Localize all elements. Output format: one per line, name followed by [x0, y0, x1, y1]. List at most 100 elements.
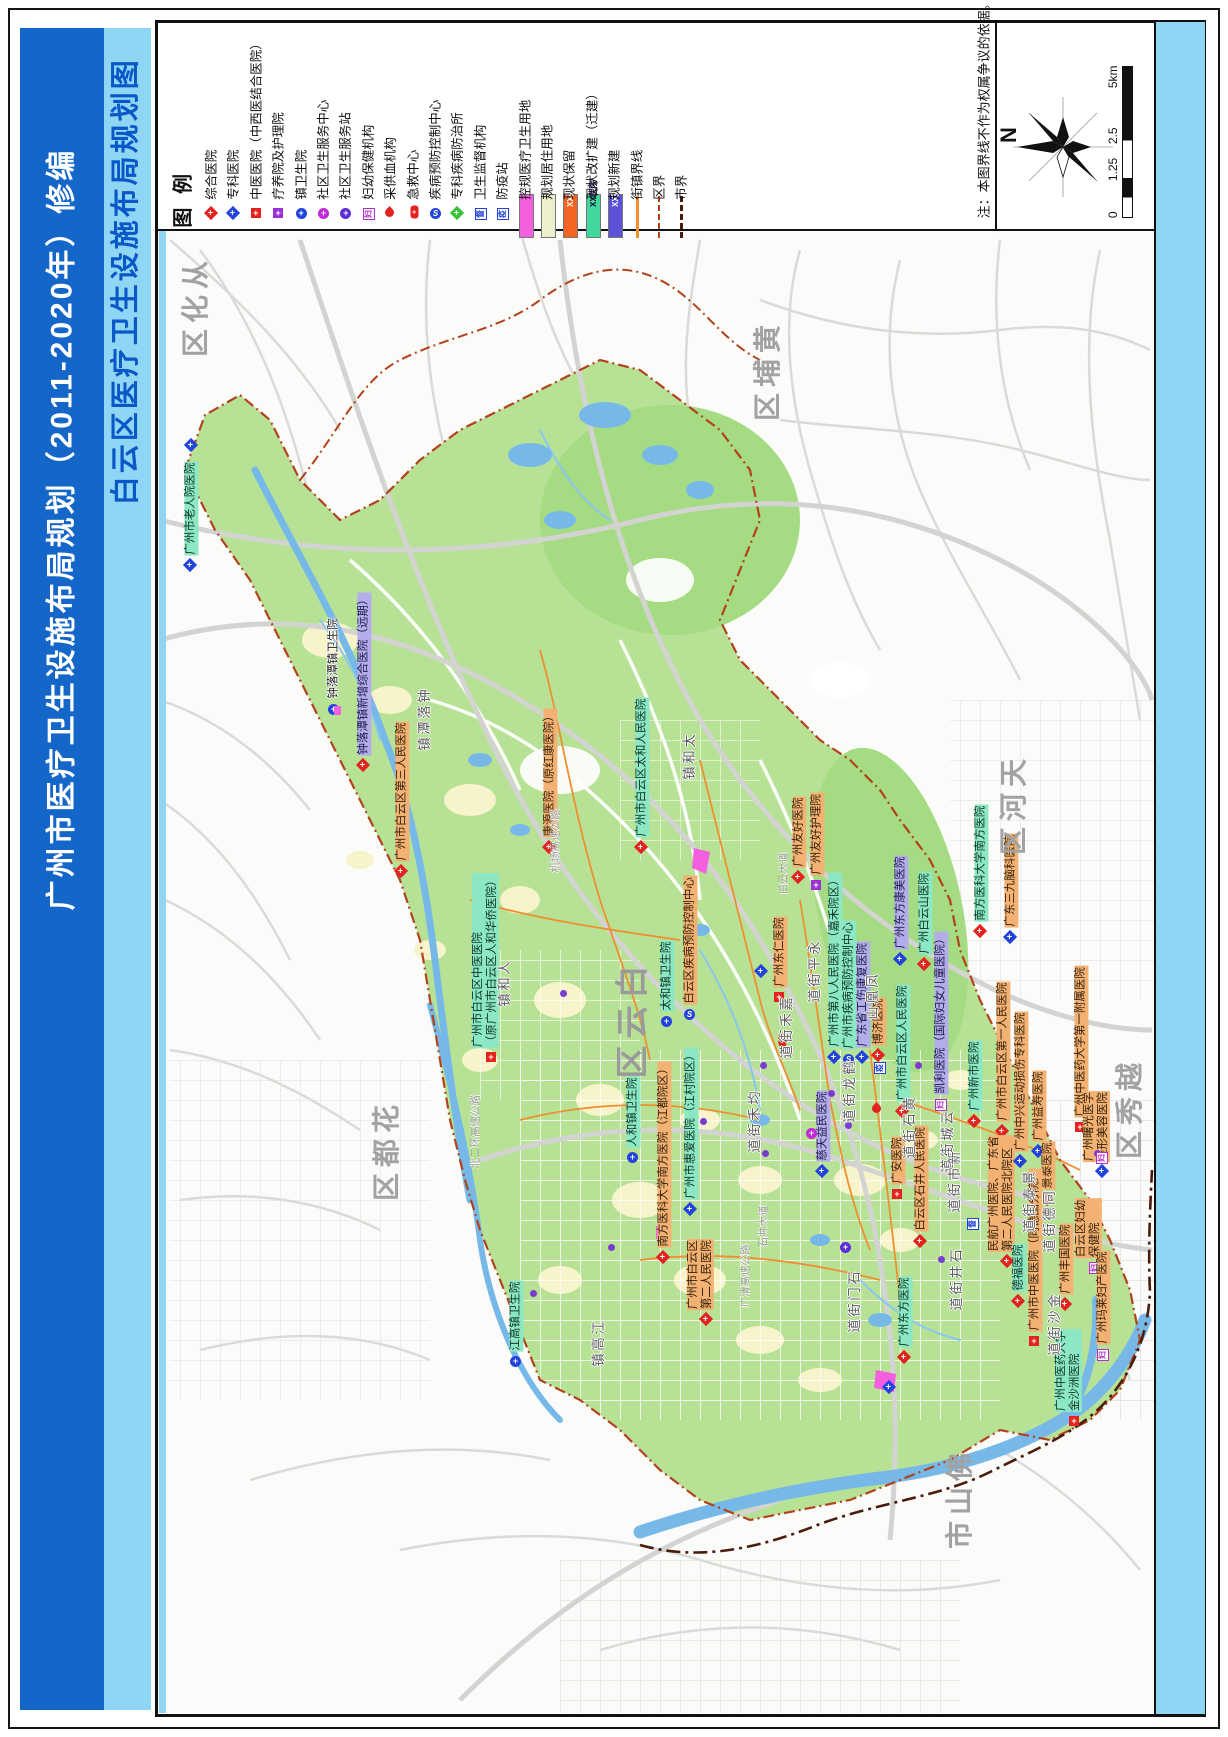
plus-glyph: + — [687, 1204, 692, 1213]
plus-glyph: + — [875, 1050, 880, 1059]
icon-zy: + — [892, 1189, 902, 1199]
label-char: 镇 — [682, 766, 698, 780]
town-label: 嘉禾街道 — [780, 996, 794, 1060]
label-char: 嘉 — [779, 997, 795, 1011]
plus-glyph: + — [886, 1382, 891, 1391]
plus-glyph: + — [1071, 1417, 1076, 1426]
facility-label: 广州市白云区太和人民医院 — [635, 698, 649, 838]
plus-glyph: + — [298, 209, 303, 218]
label-char: 镇 — [417, 737, 433, 751]
icon-zwsy: + — [510, 1356, 521, 1367]
label-char: 埔 — [751, 359, 785, 387]
plus-glyph: + — [321, 209, 326, 218]
page: 广州市医疗卫生设施布局规划（2011-2020年）修编 白云区医疗卫生设施布局规… — [0, 0, 1228, 1737]
page-subtitle: 白云区医疗卫生设施布局规划图 — [109, 57, 143, 505]
map-note: 注：本图界线不作为权属争议的依据。 — [977, 0, 992, 218]
char-glyph: 督 — [969, 1220, 977, 1228]
icon-fy: 妇 — [1096, 1152, 1108, 1164]
legend-label: 控规医疗卫生用地 — [518, 100, 533, 200]
legend-swatch-sw-new: XX医院 — [608, 194, 623, 238]
label-char: 石 — [949, 1249, 965, 1263]
icon-ly: + — [273, 208, 283, 218]
plus-glyph: + — [795, 872, 800, 881]
district-label: 花都区 — [373, 1102, 401, 1204]
icon-sqzx: + — [806, 1128, 817, 1139]
facility-label: 广州市白云区人民医院 — [896, 985, 910, 1102]
label-char: 人 — [497, 961, 513, 975]
plus-glyph: + — [819, 1166, 824, 1175]
town-label: 凤凰山 — [866, 973, 880, 1021]
label-char: 道 — [1042, 1239, 1058, 1253]
page-title: 广州市医疗卫生设施布局规划（2011-2020年）修编 — [45, 147, 80, 910]
legend-label: 卫生监督机构 — [473, 125, 488, 200]
plus-glyph: + — [977, 926, 982, 935]
icon-pink — [334, 706, 341, 715]
legend-label: 现状保留 — [563, 150, 578, 200]
icon-ds: 督 — [967, 1218, 979, 1230]
legend-label: 疾病预防控制中心 — [428, 100, 443, 200]
scale-tick-label: 5km — [1106, 65, 1120, 88]
facility-label: 南方医科大学南方医院（江都院区） — [657, 1062, 671, 1248]
district-label: 佛山市 — [946, 1450, 974, 1552]
label-char: 市 — [947, 1167, 963, 1181]
label-char: 天 — [997, 759, 1031, 787]
town-label: 均禾街道 — [748, 1090, 762, 1154]
label-char: 街 — [842, 1093, 858, 1107]
plus-glyph: + — [188, 440, 193, 449]
town-label: 新市街道 — [948, 1150, 962, 1214]
icon-jj: + — [410, 206, 418, 219]
icon-dot — [828, 1090, 835, 1097]
legend-swatch-sw-res — [541, 194, 556, 238]
label-char: 街 — [947, 1183, 963, 1197]
label-char: 街 — [1047, 1326, 1063, 1340]
label-char: 白 — [613, 966, 653, 999]
road-label: 白云大道 — [778, 852, 790, 894]
town-label: 人和镇 — [498, 960, 512, 1008]
plus-glyph: + — [1077, 1123, 1082, 1132]
label-char: 道 — [949, 1297, 965, 1311]
town-label: 石门街道 — [848, 1270, 862, 1334]
map-frame — [155, 20, 1206, 1717]
town-label: 钟落潭镇 — [418, 688, 432, 752]
icon-dot — [560, 990, 567, 997]
legend-line-ln-district — [658, 196, 660, 238]
legend-label: 社区卫生服务站 — [339, 112, 354, 200]
facility-label: 广州市白云区 第二人民医院 — [687, 1239, 714, 1310]
plus-glyph: + — [638, 842, 643, 851]
plus-glyph: + — [971, 1116, 976, 1125]
plus-glyph: + — [513, 1357, 518, 1366]
label-char: 区 — [751, 393, 785, 421]
swatch-rect: XX医院 — [608, 194, 623, 238]
label-char: 金 — [1047, 1294, 1063, 1308]
facility-label: 广州东方康美医院 — [894, 856, 908, 950]
char-glyph: 疫 — [876, 1064, 884, 1072]
facility-label: 人和镇卫生院 — [626, 1077, 640, 1148]
label-char: 落 — [417, 705, 433, 719]
road-label: 北二环高速公路 — [470, 1095, 482, 1169]
label-char: 镇 — [497, 993, 513, 1007]
label-char: 和 — [497, 977, 513, 991]
label-char: 道 — [842, 1109, 858, 1123]
label-char: 石 — [902, 1113, 918, 1127]
facility-label: 广州玛莱妇产医院 — [1096, 1251, 1110, 1345]
district-label: 天河区 — [1000, 756, 1028, 858]
label-char: 黄 — [902, 1097, 918, 1111]
swatch-rect: XX医院 — [586, 194, 601, 238]
plus-glyph: + — [276, 209, 281, 218]
plus-glyph: + — [1015, 1296, 1020, 1305]
plus-glyph: + — [664, 1017, 669, 1026]
label-char: 凰 — [865, 990, 881, 1004]
facility-label: 广州市白云区第三人民医院 — [395, 722, 409, 862]
plus-glyph: + — [758, 966, 763, 975]
label-char: 佛 — [943, 1453, 977, 1481]
facility-label: 广州市白云区中医医院 （原广州市白云区人和华侨医院） — [472, 874, 499, 1049]
label-char: 和 — [682, 750, 698, 764]
facility-label: 广州新市医院 — [968, 1041, 982, 1112]
label-char: 道 — [747, 1139, 763, 1153]
label-char: 区 — [370, 1173, 404, 1201]
label-char: 同 — [1042, 1191, 1058, 1205]
facility-label: 白云区疾病预防控制中心 — [683, 877, 697, 1006]
icon-sqz: + — [840, 1242, 851, 1253]
plus-glyph: + — [859, 1052, 864, 1061]
icon-zy: + — [1029, 1336, 1039, 1346]
